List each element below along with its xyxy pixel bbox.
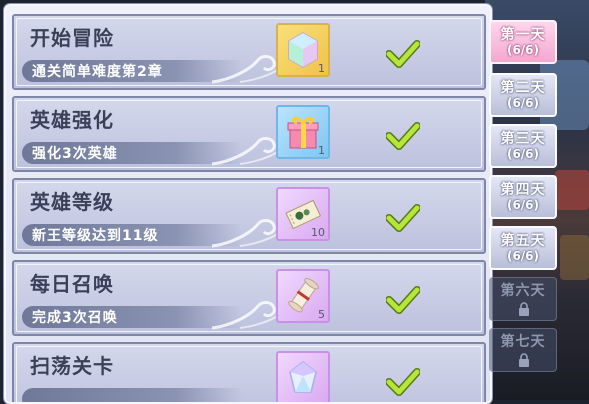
background-banner <box>560 235 589 280</box>
scroll-icon <box>288 278 319 313</box>
day-progress: (6/6) <box>506 249 540 263</box>
day-tab-4[interactable]: 第四天 (6/6) <box>489 175 557 219</box>
day-tab-7[interactable]: 第七天 <box>489 328 557 372</box>
task-title: 英雄等级 <box>30 190 114 214</box>
reward-slot[interactable]: 5 <box>276 269 330 323</box>
lock-icon <box>519 302 529 316</box>
reward-count: 10 <box>311 226 325 239</box>
background-banner <box>555 170 589 210</box>
day-tab-5[interactable]: 第五天 (6/6) <box>489 226 557 270</box>
reward-count: 1 <box>318 144 325 157</box>
task-title: 每日召唤 <box>30 272 114 296</box>
checkmark-icon <box>386 368 420 396</box>
task-description: 强化3次英雄 <box>32 146 118 162</box>
reward-slot[interactable] <box>276 351 330 402</box>
checkmark-icon <box>386 40 420 68</box>
task-description: 新王等级达到11级 <box>32 228 159 244</box>
day-label: 第五天 <box>500 233 546 249</box>
day-tab-6[interactable]: 第六天 <box>489 277 557 321</box>
day-tab-3[interactable]: 第三天 (6/6) <box>489 124 557 168</box>
task-row[interactable]: 每日召唤 完成3次召唤 5 <box>12 260 486 336</box>
quest-panel: ⌖ 开始冒险 通关简单难度第2章 1 英雄强化 <box>4 4 492 404</box>
crystal-icon <box>288 32 318 68</box>
day-progress: (6/6) <box>506 43 540 57</box>
task-row[interactable]: 英雄等级 新王等级达到11级 10 <box>12 178 486 254</box>
reward-slot[interactable]: 1 <box>276 23 330 77</box>
checkmark-icon <box>386 122 420 150</box>
task-description: 完成3次召唤 <box>32 310 118 326</box>
reward-count: 1 <box>318 62 325 75</box>
task-row[interactable]: 英雄强化 强化3次英雄 1 <box>12 96 486 172</box>
task-desc-bar <box>22 388 242 402</box>
day-progress: (6/6) <box>506 198 540 212</box>
day-tab-1[interactable]: 第一天 (6/6) <box>489 20 557 64</box>
task-title: 开始冒险 <box>30 26 114 50</box>
checkmark-icon <box>386 286 420 314</box>
day-progress: (6/6) <box>506 96 540 110</box>
day-tab-2[interactable]: 第二天 (6/6) <box>489 73 557 117</box>
gem-icon <box>289 361 317 393</box>
day-label: 第一天 <box>500 27 546 43</box>
task-row[interactable]: 扫荡关卡 <box>12 342 486 402</box>
checkmark-icon <box>386 204 420 232</box>
gift-box-icon <box>287 116 319 149</box>
lock-icon <box>519 353 529 367</box>
reward-slot[interactable]: 10 <box>276 187 330 241</box>
day-label: 第二天 <box>500 80 546 96</box>
day-progress: (6/6) <box>506 147 540 161</box>
reward-count: 5 <box>318 308 325 321</box>
task-title: 扫荡关卡 <box>30 354 114 378</box>
day-label: 第七天 <box>500 334 546 350</box>
day-label: 第三天 <box>500 131 546 147</box>
day-label: 第六天 <box>500 283 546 299</box>
reward-slot[interactable]: 1 <box>276 105 330 159</box>
task-row[interactable]: 开始冒险 通关简单难度第2章 1 <box>12 14 486 90</box>
task-description: 通关简单难度第2章 <box>32 64 163 80</box>
day-label: 第四天 <box>500 182 546 198</box>
task-title: 英雄强化 <box>30 108 114 132</box>
